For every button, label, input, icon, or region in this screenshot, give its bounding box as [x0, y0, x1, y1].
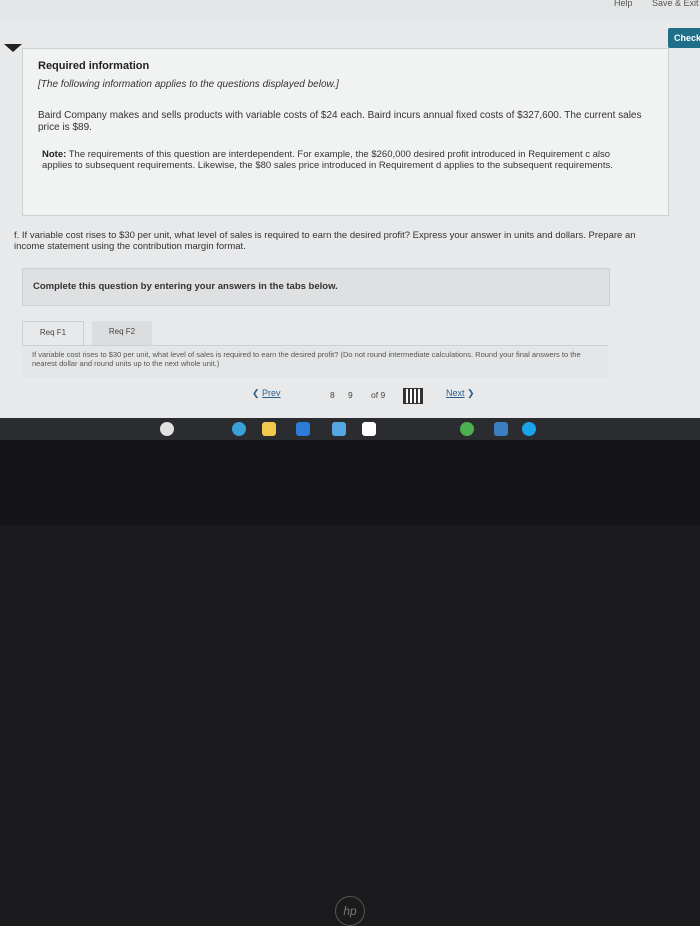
required-info-title: Required information [38, 60, 150, 72]
required-info-subtitle: [The following information applies to th… [38, 79, 339, 90]
note-label: Note: [42, 149, 67, 160]
prev-label: Prev [262, 388, 281, 398]
top-toolbar: Help Save & Exit [0, 0, 700, 20]
save-exit-button[interactable]: Save & Exit [652, 0, 699, 8]
tab-req-f2[interactable]: Req F2 [92, 321, 152, 345]
collapse-arrow-icon[interactable] [4, 44, 22, 52]
taskbar [0, 418, 700, 440]
chrome-icon[interactable] [460, 422, 474, 436]
next-label: Next [446, 388, 465, 398]
complete-instruction: Complete this question by entering your … [33, 281, 338, 292]
tab-panel: If variable cost rises to $30 per unit, … [22, 345, 608, 378]
mail-icon[interactable] [332, 422, 346, 436]
next-button[interactable]: Next ❯ [446, 388, 475, 399]
problem-statement: Baird Company makes and sells products w… [38, 110, 642, 133]
check-button[interactable]: Check [668, 28, 700, 48]
folder-icon[interactable] [262, 422, 276, 436]
question-text: f. If variable cost rises to $30 per uni… [14, 230, 636, 252]
page-8[interactable]: 8 [330, 390, 335, 400]
grid-icon[interactable] [403, 388, 423, 404]
prev-button[interactable]: ❮ Prev [252, 388, 281, 399]
browser-icon[interactable] [522, 422, 536, 436]
hp-logo: hp [335, 896, 365, 926]
tab-req-f1[interactable]: Req F1 [22, 321, 84, 346]
help-link[interactable]: Help [614, 0, 633, 8]
required-information-box: Required information [The following info… [22, 48, 669, 216]
page-count: of 9 [371, 390, 386, 400]
tab-instruction: If variable cost rises to $30 per unit, … [32, 350, 581, 368]
start-icon[interactable] [160, 422, 174, 436]
complete-instruction-box: Complete this question by entering your … [22, 268, 610, 306]
note-body: The requirements of this question are in… [42, 149, 613, 171]
note-text: Note: The requirements of this question … [42, 149, 632, 171]
amazon-icon[interactable] [362, 422, 376, 436]
app-icon[interactable] [494, 422, 508, 436]
pagination: ❮ Prev 8 9 of 9 Next ❯ [0, 388, 700, 408]
page-9[interactable]: 9 [348, 390, 353, 400]
laptop-bezel: hp [0, 440, 700, 926]
browser-screen: Help Save & Exit Check Required informat… [0, 0, 700, 418]
store-icon[interactable] [296, 422, 310, 436]
edge-icon[interactable] [232, 422, 246, 436]
